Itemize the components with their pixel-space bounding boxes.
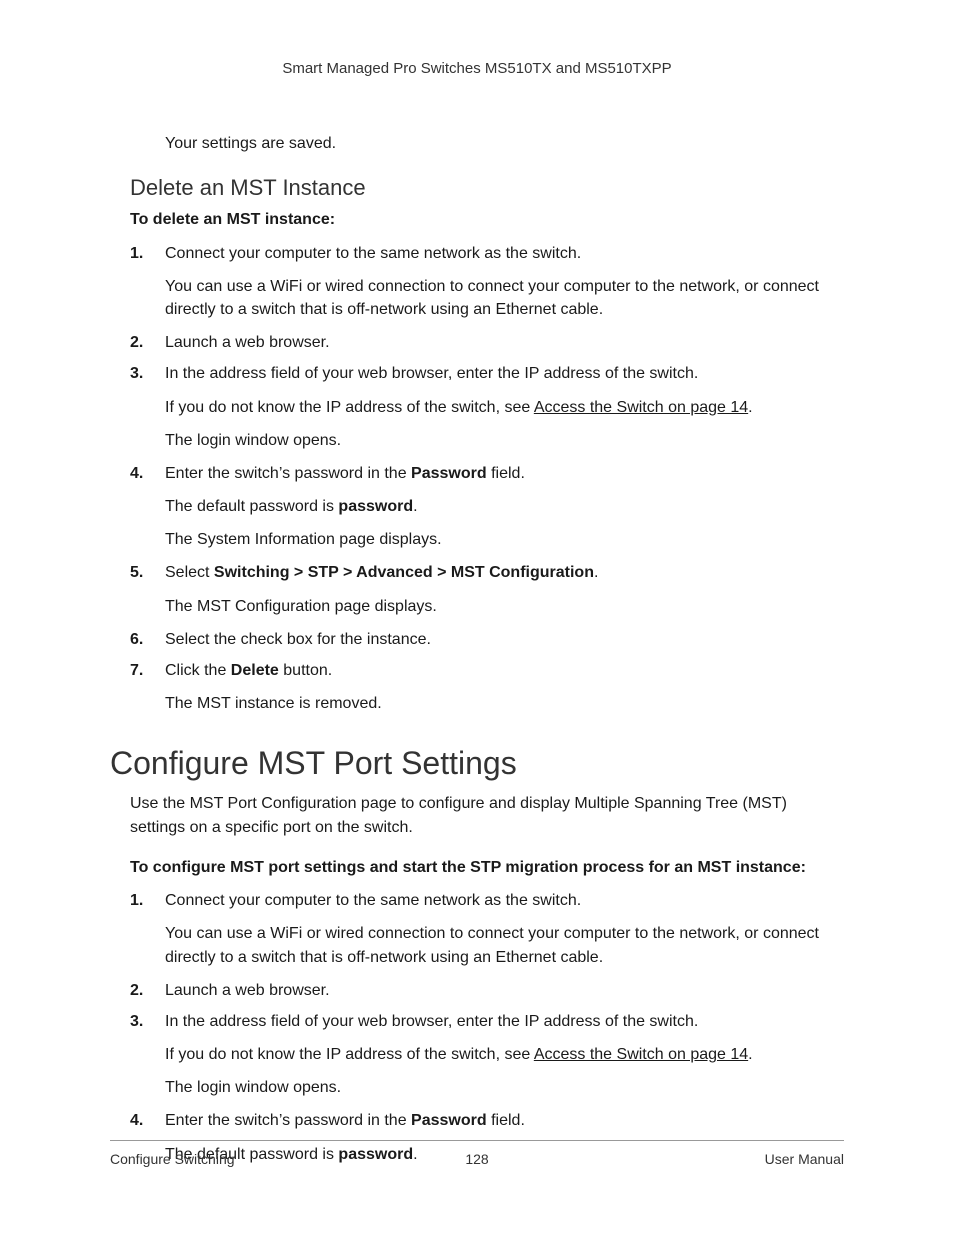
running-header: Smart Managed Pro Switches MS510TX and M… — [110, 60, 844, 77]
bold-menu-path: Switching > STP > Advanced > MST Configu… — [214, 564, 594, 581]
step-note: You can use a WiFi or wired connection t… — [165, 275, 844, 321]
text: Enter the switch’s password in the — [165, 1112, 411, 1129]
link-access-switch[interactable]: Access the Switch on page 14 — [534, 1046, 748, 1063]
bold-password-label: Password — [411, 1112, 487, 1129]
text: field. — [487, 1112, 525, 1129]
page-footer: Configure Switching 128 User Manual — [110, 1140, 844, 1167]
step-7: Click the Delete button. The MST instanc… — [130, 659, 844, 715]
step-note: The login window opens. — [165, 429, 844, 452]
text: Click the — [165, 662, 231, 679]
step-2: Launch a web browser. — [130, 331, 844, 354]
step-note: The System Information page displays. — [165, 528, 844, 551]
step-note: The MST instance is removed. — [165, 692, 844, 715]
step-text: Connect your computer to the same networ… — [165, 892, 581, 909]
step-3: In the address field of your web browser… — [130, 1010, 844, 1100]
text: . — [413, 498, 417, 515]
bold-delete-button-name: Delete — [231, 662, 279, 679]
step-3: In the address field of your web browser… — [130, 362, 844, 452]
step-text: Launch a web browser. — [165, 334, 330, 351]
bold-password-label: Password — [411, 465, 487, 482]
text: Enter the switch’s password in the — [165, 465, 411, 482]
step-text: In the address field of your web browser… — [165, 365, 698, 382]
step-note: If you do not know the IP address of the… — [165, 396, 844, 419]
lead-configure-mst-port: To configure MST port settings and start… — [130, 857, 844, 879]
step-1: Connect your computer to the same networ… — [130, 242, 844, 322]
saved-confirmation: Your settings are saved. — [165, 132, 844, 155]
step-text: Launch a web browser. — [165, 982, 330, 999]
footer-doc-type: User Manual — [765, 1151, 844, 1167]
bold-password-value: password — [338, 498, 413, 515]
text: If you do not know the IP address of the… — [165, 399, 534, 416]
steps-configure-mst-port: Connect your computer to the same networ… — [130, 889, 844, 1166]
text: Select — [165, 564, 214, 581]
heading-configure-mst-port: Configure MST Port Settings — [110, 745, 844, 782]
text: . — [748, 1046, 752, 1063]
footer-section-name: Configure Switching — [110, 1151, 235, 1167]
step-1: Connect your computer to the same networ… — [130, 889, 844, 969]
text: The default password is — [165, 498, 338, 515]
step-note: The default password is password. — [165, 495, 844, 518]
link-access-switch[interactable]: Access the Switch on page 14 — [534, 399, 748, 416]
step-note: You can use a WiFi or wired connection t… — [165, 922, 844, 968]
step-text: Select the check box for the instance. — [165, 631, 431, 648]
text: If you do not know the IP address of the… — [165, 1046, 534, 1063]
step-6: Select the check box for the instance. — [130, 628, 844, 651]
step-text: Connect your computer to the same networ… — [165, 245, 581, 262]
section-intro: Use the MST Port Configuration page to c… — [130, 792, 844, 838]
step-text: In the address field of your web browser… — [165, 1013, 698, 1030]
step-2: Launch a web browser. — [130, 979, 844, 1002]
step-4: Enter the switch’s password in the Passw… — [130, 462, 844, 552]
step-note: The login window opens. — [165, 1076, 844, 1099]
step-5: Select Switching > STP > Advanced > MST … — [130, 561, 844, 617]
text: . — [594, 564, 598, 581]
step-note: If you do not know the IP address of the… — [165, 1043, 844, 1066]
steps-delete-mst: Connect your computer to the same networ… — [130, 242, 844, 716]
text: field. — [487, 465, 525, 482]
subheading-delete-mst: Delete an MST Instance — [130, 175, 844, 201]
lead-delete-mst: To delete an MST instance: — [130, 209, 844, 231]
text: . — [748, 399, 752, 416]
page: Smart Managed Pro Switches MS510TX and M… — [0, 0, 954, 1235]
text: button. — [279, 662, 332, 679]
step-note: The MST Configuration page displays. — [165, 595, 844, 618]
